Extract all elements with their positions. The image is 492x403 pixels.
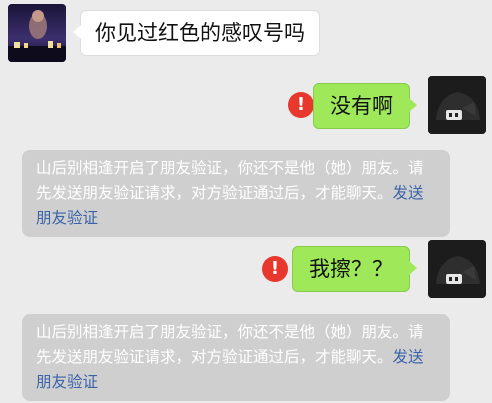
incoming-message-bubble[interactable]: 你见过红色的感叹号吗 xyxy=(73,10,320,56)
incoming-message-text: 你见过红色的感叹号吗 xyxy=(95,21,305,45)
contact-avatar[interactable] xyxy=(8,4,66,62)
notice-text: 山后别相逢开启了朋友验证，你还不是他（她）朋友。请先发送朋友验证请求，对方验证通… xyxy=(36,159,424,202)
send-failed-icon[interactable]: ! xyxy=(262,256,288,282)
my-avatar[interactable] xyxy=(428,76,486,134)
outgoing-message-bubble[interactable]: 我擦？？ xyxy=(292,246,417,292)
my-avatar[interactable] xyxy=(428,240,486,298)
outgoing-message-bubble[interactable]: 没有啊 xyxy=(313,83,417,129)
notice-text: 山后别相逢开启了朋友验证，你还不是他（她）朋友。请先发送朋友验证请求，对方验证通… xyxy=(36,323,424,366)
outgoing-message-text: 我擦？？ xyxy=(309,257,393,281)
send-failed-icon[interactable]: ! xyxy=(288,92,314,118)
friend-verification-notice: 山后别相逢开启了朋友验证，你还不是他（她）朋友。请先发送朋友验证请求，对方验证通… xyxy=(22,150,450,237)
friend-verification-notice: 山后别相逢开启了朋友验证，你还不是他（她）朋友。请先发送朋友验证请求，对方验证通… xyxy=(22,314,450,401)
outgoing-message-text: 没有啊 xyxy=(330,94,393,118)
send-failed-mark: ! xyxy=(270,258,280,279)
send-failed-mark: ! xyxy=(296,94,306,115)
chat-area: 你见过红色的感叹号吗 ! 没有啊 山后别相逢开启了朋友验证，你还不是他（她）朋友… xyxy=(0,0,492,403)
